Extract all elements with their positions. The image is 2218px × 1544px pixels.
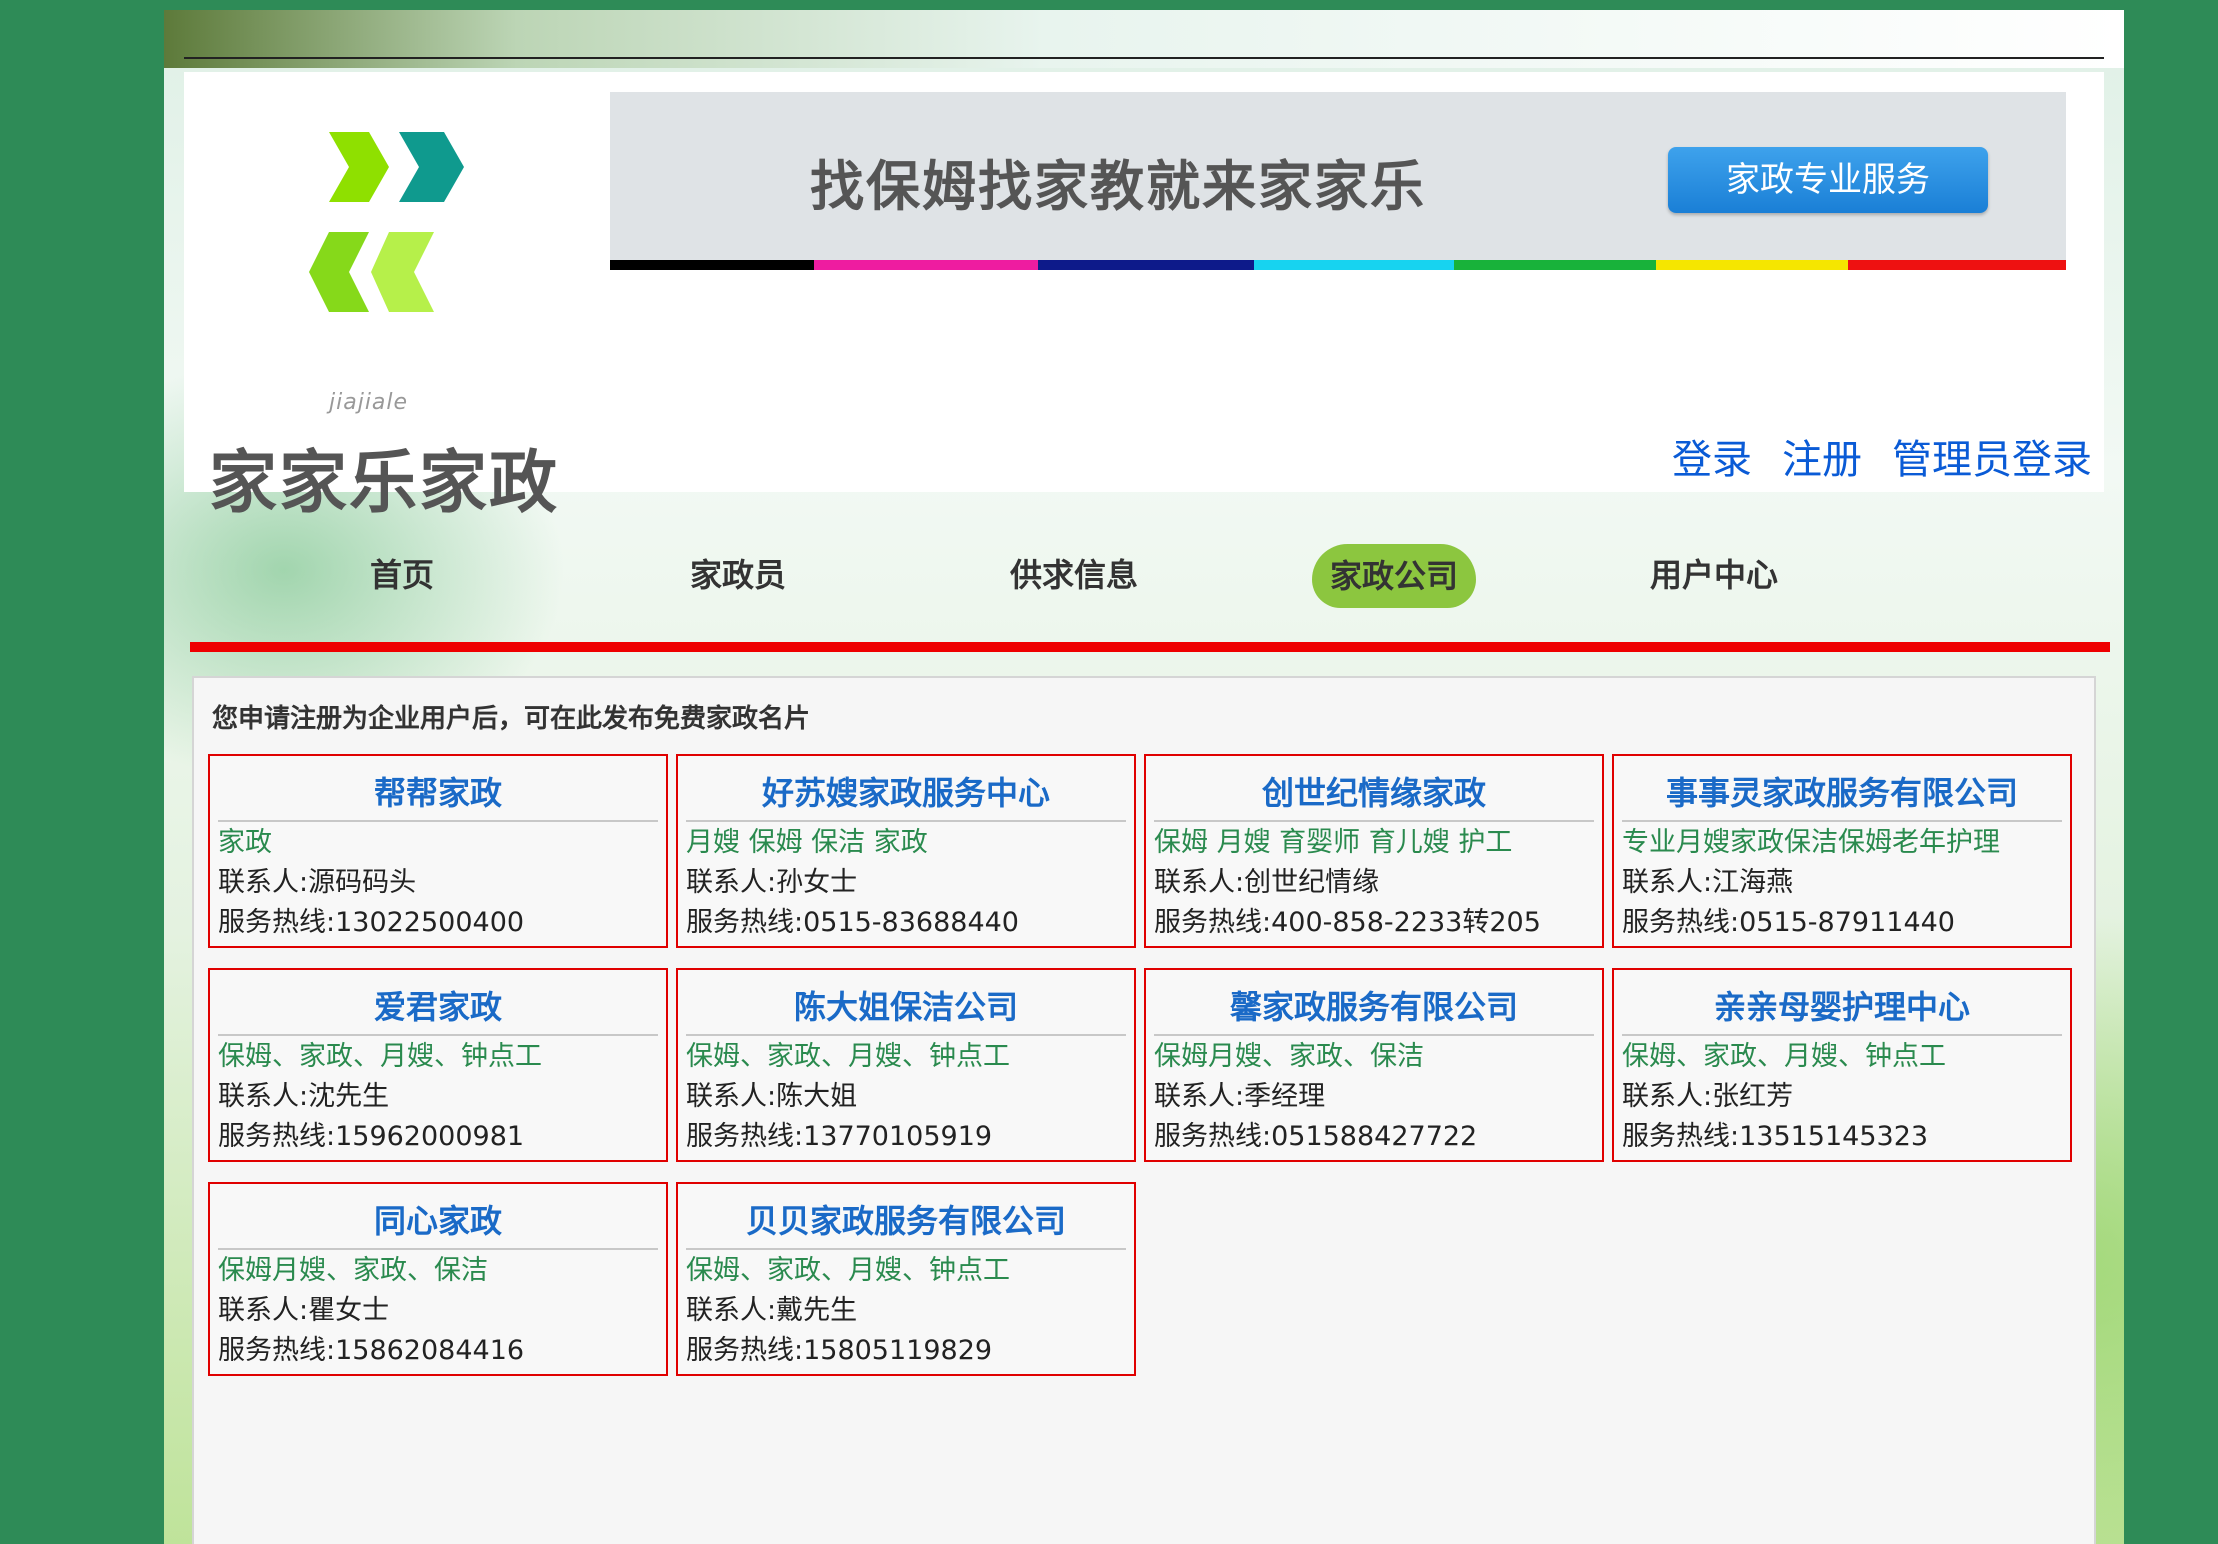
company-contact: 联系人:张红芳 <box>1622 1081 1794 1112</box>
company-name-link[interactable]: 贝贝家政服务有限公司 <box>686 1196 1126 1250</box>
color-strip-segment <box>610 260 814 270</box>
nav-divider <box>190 642 2110 652</box>
notice-text: 您申请注册为企业用户后，可在此发布免费家政名片 <box>212 704 811 734</box>
banner-slogan: 找保姆找家教就来家家乐 <box>810 155 1426 218</box>
nav-companies[interactable]: 家政公司 <box>1312 544 1477 608</box>
company-card: 同心家政 保姆月嫂、家政、保洁 联系人:瞿女士 服务热线:15862084416 <box>208 1182 668 1376</box>
color-strip-segment <box>1656 260 1848 270</box>
company-contact: 联系人:陈大姐 <box>686 1081 858 1112</box>
company-name-link[interactable]: 事事灵家政服务有限公司 <box>1622 768 2062 822</box>
nav-user-center[interactable]: 用户中心 <box>1650 550 1778 600</box>
company-card: 陈大姐保洁公司 保姆、家政、月嫂、钟点工 联系人:陈大姐 服务热线:137701… <box>676 968 1136 1162</box>
company-services: 保姆月嫂、家政、保洁 <box>1154 1041 1424 1072</box>
top-divider <box>184 57 2104 59</box>
nav-housekeepers[interactable]: 家政员 <box>690 550 786 600</box>
company-phone: 服务热线:400-858-2233转205 <box>1154 907 1541 938</box>
color-strip-segment <box>1848 260 2066 270</box>
company-contact: 联系人:季经理 <box>1154 1081 1326 1112</box>
top-gradient-bar <box>164 10 2124 68</box>
company-contact: 联系人:孙女士 <box>686 867 858 898</box>
company-phone: 服务热线:13515145323 <box>1622 1121 1929 1152</box>
auth-links: 登录 注册 管理员登录 <box>1672 427 2092 485</box>
nav-supply-demand[interactable]: 供求信息 <box>1010 550 1138 600</box>
company-card: 帮帮家政 家政 联系人:源码码头 服务热线:13022500400 <box>208 754 668 948</box>
company-contact: 联系人:戴先生 <box>686 1295 858 1326</box>
company-contact: 联系人:源码码头 <box>218 867 417 898</box>
company-services: 保姆月嫂、家政、保洁 <box>218 1255 488 1286</box>
company-card: 馨家政服务有限公司 保姆月嫂、家政、保洁 联系人:季经理 服务热线:051588… <box>1144 968 1604 1162</box>
company-phone: 服务热线:13770105919 <box>686 1121 993 1152</box>
company-phone: 服务热线:15862084416 <box>218 1335 525 1366</box>
logo-name: 家家乐家政 <box>209 443 560 523</box>
header-banner: 找保姆找家教就来家家乐 家政专业服务 <box>610 92 2066 270</box>
company-card: 创世纪情缘家政 保姆 月嫂 育婴师 育儿嫂 护工 联系人:创世纪情缘 服务热线:… <box>1144 754 1604 948</box>
company-name-link[interactable]: 创世纪情缘家政 <box>1154 768 1594 822</box>
company-phone: 服务热线:15962000981 <box>218 1121 525 1152</box>
company-card: 爱君家政 保姆、家政、月嫂、钟点工 联系人:沈先生 服务热线:159620009… <box>208 968 668 1162</box>
company-card: 好苏嫂家政服务中心 月嫂 保姆 保洁 家政 联系人:孙女士 服务热线:0515-… <box>676 754 1136 948</box>
company-card: 亲亲母婴护理中心 保姆、家政、月嫂、钟点工 联系人:张红芳 服务热线:13515… <box>1612 968 2072 1162</box>
company-name-link[interactable]: 好苏嫂家政服务中心 <box>686 768 1126 822</box>
company-card: 贝贝家政服务有限公司 保姆、家政、月嫂、钟点工 联系人:戴先生 服务热线:158… <box>676 1182 1136 1376</box>
logo-chevrons-icon <box>309 132 464 312</box>
company-name-link[interactable]: 爱君家政 <box>218 982 658 1036</box>
admin-login-link[interactable]: 管理员登录 <box>1892 427 2092 485</box>
login-link[interactable]: 登录 <box>1672 427 1752 485</box>
company-phone: 服务热线:0515-83688440 <box>686 907 1019 938</box>
site-header: jiajiale 家家乐家政 找保姆找家教就来家家乐 家政专业服务 登录 注册 … <box>184 72 2104 523</box>
company-contact: 联系人:江海燕 <box>1622 867 1794 898</box>
banner-service-button[interactable]: 家政专业服务 <box>1668 147 1988 213</box>
page: jiajiale 家家乐家政 找保姆找家教就来家家乐 家政专业服务 登录 注册 … <box>164 10 2124 1544</box>
logo-subtitle: jiajiale <box>329 390 409 415</box>
color-strip-segment <box>1038 260 1254 270</box>
company-services: 保姆、家政、月嫂、钟点工 <box>686 1041 1010 1072</box>
company-contact: 联系人:沈先生 <box>218 1081 390 1112</box>
company-contact: 联系人:瞿女士 <box>218 1295 390 1326</box>
main-nav: 首页 家政员 供求信息 家政公司 用户中心 <box>164 530 2124 630</box>
company-phone: 服务热线:13022500400 <box>218 907 525 938</box>
company-services: 保姆 月嫂 育婴师 育儿嫂 护工 <box>1154 827 1513 858</box>
company-name-link[interactable]: 亲亲母婴护理中心 <box>1622 982 2062 1036</box>
site-logo[interactable]: jiajiale 家家乐家政 <box>209 122 589 523</box>
company-name-link[interactable]: 馨家政服务有限公司 <box>1154 982 1594 1036</box>
nav-home[interactable]: 首页 <box>370 550 434 600</box>
company-contact: 联系人:创世纪情缘 <box>1154 867 1380 898</box>
register-link[interactable]: 注册 <box>1782 427 1862 485</box>
color-strip-segment <box>1454 260 1656 270</box>
company-phone: 服务热线:051588427722 <box>1154 1121 1478 1152</box>
company-services: 家政 <box>218 827 272 858</box>
company-card: 事事灵家政服务有限公司 专业月嫂家政保洁保姆老年护理 联系人:江海燕 服务热线:… <box>1612 754 2072 948</box>
company-name-link[interactable]: 同心家政 <box>218 1196 658 1250</box>
company-phone: 服务热线:15805119829 <box>686 1335 993 1366</box>
company-services: 保姆、家政、月嫂、钟点工 <box>686 1255 1010 1286</box>
banner-color-strip <box>610 260 2066 270</box>
color-strip-segment <box>814 260 1038 270</box>
company-services: 月嫂 保姆 保洁 家政 <box>686 827 928 858</box>
company-name-link[interactable]: 帮帮家政 <box>218 768 658 822</box>
company-services: 专业月嫂家政保洁保姆老年护理 <box>1622 827 2000 858</box>
company-list-panel: 您申请注册为企业用户后，可在此发布免费家政名片 帮帮家政 家政 联系人:源码码头… <box>192 676 2096 1544</box>
company-phone: 服务热线:0515-87911440 <box>1622 907 1955 938</box>
company-name-link[interactable]: 陈大姐保洁公司 <box>686 982 1126 1036</box>
company-services: 保姆、家政、月嫂、钟点工 <box>218 1041 542 1072</box>
company-services: 保姆、家政、月嫂、钟点工 <box>1622 1041 1946 1072</box>
color-strip-segment <box>1254 260 1454 270</box>
